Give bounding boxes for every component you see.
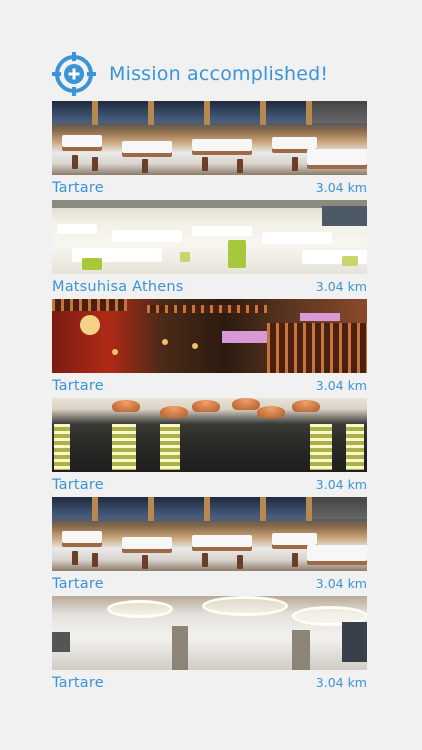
restaurant-card[interactable]: Tartare 3.04 km <box>52 497 367 596</box>
restaurant-card[interactable]: Tartare 3.04 km <box>52 299 367 398</box>
restaurant-distance: 3.04 km <box>315 477 367 492</box>
restaurant-name: Tartare <box>52 179 104 196</box>
restaurant-distance: 3.04 km <box>315 576 367 591</box>
restaurant-photo[interactable] <box>52 200 367 274</box>
restaurant-name: Tartare <box>52 377 104 394</box>
restaurant-list: Tartare 3.04 km Matsuhisa Athens 3.04 km <box>52 101 367 695</box>
header: Mission accomplished! <box>52 52 328 96</box>
restaurant-distance: 3.04 km <box>315 180 367 195</box>
restaurant-distance: 3.04 km <box>315 279 367 294</box>
restaurant-photo[interactable] <box>52 497 367 571</box>
restaurant-name: Tartare <box>52 575 104 592</box>
restaurant-card[interactable]: Tartare 3.04 km <box>52 398 367 497</box>
restaurant-card[interactable]: Tartare 3.04 km <box>52 596 367 695</box>
restaurant-distance: 3.04 km <box>315 378 367 393</box>
restaurant-info-row: Tartare 3.04 km <box>52 373 367 398</box>
restaurant-name: Matsuhisa Athens <box>52 278 184 295</box>
restaurant-photo[interactable] <box>52 596 367 670</box>
target-crosshair-icon <box>52 52 96 96</box>
restaurant-info-row: Tartare 3.04 km <box>52 571 367 596</box>
restaurant-card[interactable]: Matsuhisa Athens 3.04 km <box>52 200 367 299</box>
restaurant-distance: 3.04 km <box>315 675 367 690</box>
restaurant-photo[interactable] <box>52 398 367 472</box>
restaurant-info-row: Matsuhisa Athens 3.04 km <box>52 274 367 299</box>
restaurant-info-row: Tartare 3.04 km <box>52 670 367 695</box>
restaurant-info-row: Tartare 3.04 km <box>52 175 367 200</box>
restaurant-card[interactable]: Tartare 3.04 km <box>52 101 367 200</box>
restaurant-photo[interactable] <box>52 101 367 175</box>
restaurant-photo[interactable] <box>52 299 367 373</box>
restaurant-name: Tartare <box>52 476 104 493</box>
page-title: Mission accomplished! <box>109 63 329 85</box>
restaurant-name: Tartare <box>52 674 104 691</box>
restaurant-info-row: Tartare 3.04 km <box>52 472 367 497</box>
